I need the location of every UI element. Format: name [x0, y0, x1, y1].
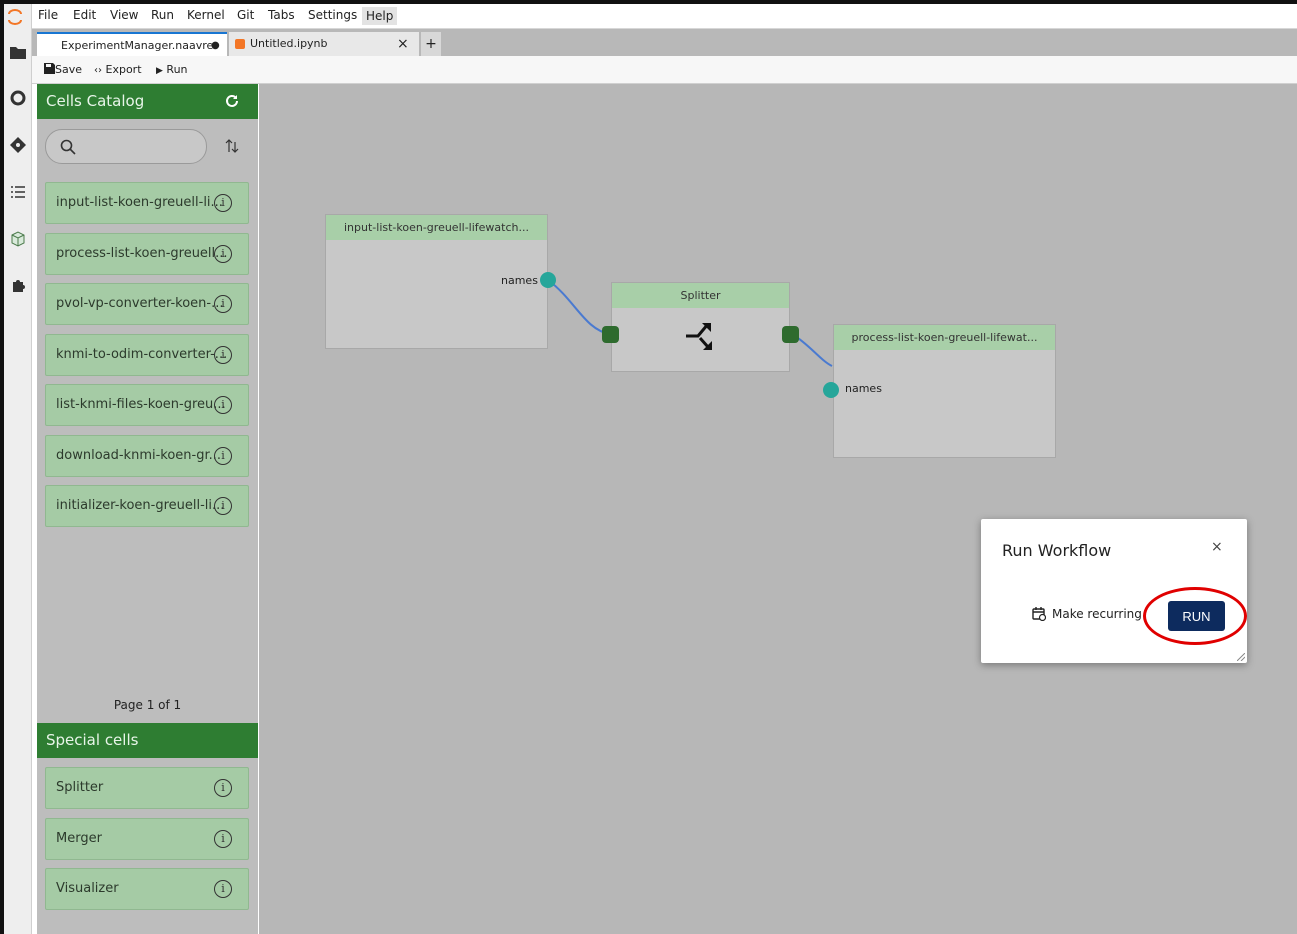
make-recurring-button[interactable]: Make recurring [1032, 607, 1142, 621]
resize-handle-icon[interactable] [1237, 653, 1245, 661]
node-title: input-list-koen-greuell-lifewatch... [326, 215, 547, 240]
output-port-names[interactable] [540, 272, 556, 288]
calendar-repeat-icon [1032, 607, 1046, 621]
close-icon[interactable]: × [1211, 539, 1223, 555]
run-button-highlight [1143, 587, 1247, 645]
port-label: names [501, 274, 538, 287]
output-port[interactable] [782, 326, 799, 343]
shuffle-icon [686, 323, 712, 350]
dialog-title: Run Workflow [1002, 541, 1112, 560]
node-process-list[interactable]: process-list-koen-greuell-lifewat... nam… [833, 324, 1056, 458]
port-label: names [845, 382, 882, 395]
node-title: process-list-koen-greuell-lifewat... [834, 325, 1055, 350]
node-title: Splitter [612, 283, 789, 308]
input-port[interactable] [602, 326, 619, 343]
link-input-to-splitter [547, 279, 611, 335]
connection-links [547, 279, 833, 367]
input-port-names[interactable] [823, 382, 839, 398]
node-splitter[interactable]: Splitter [611, 282, 790, 372]
node-input-list[interactable]: input-list-koen-greuell-lifewatch... nam… [325, 214, 548, 349]
make-recurring-label: Make recurring [1052, 607, 1142, 621]
